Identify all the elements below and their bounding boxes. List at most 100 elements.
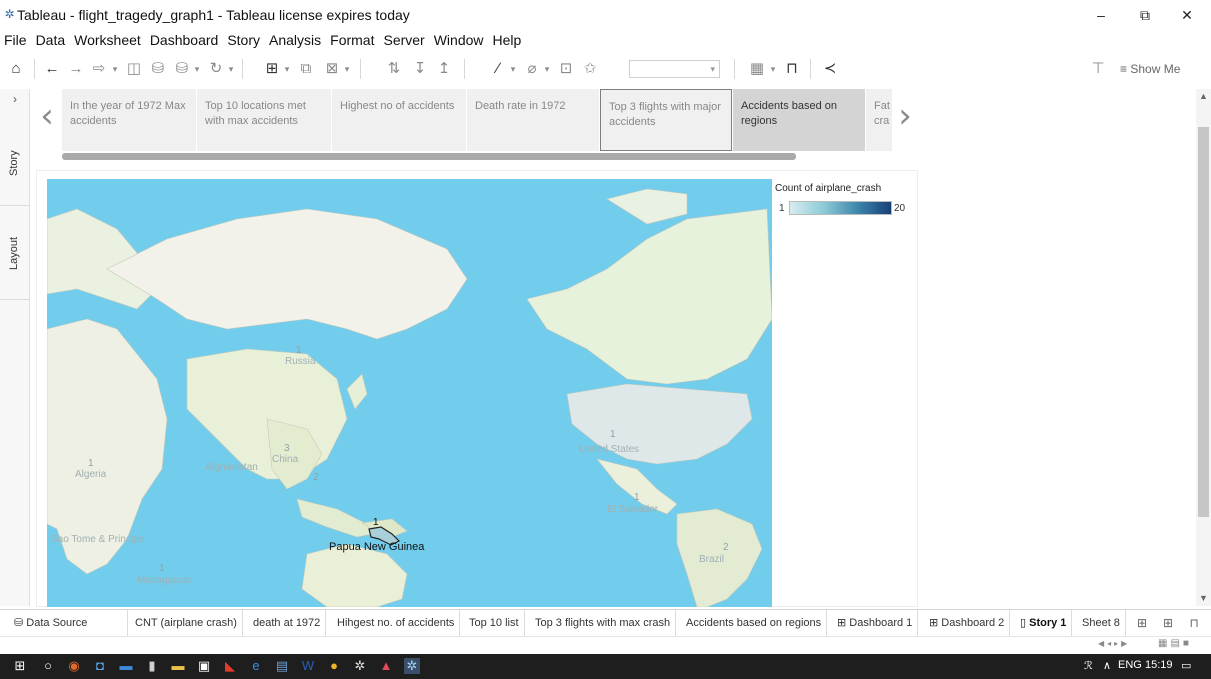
chevron-down-icon[interactable]: ▾ xyxy=(282,59,292,79)
sheet-tab[interactable]: Top 3 flights with max crash xyxy=(530,610,677,637)
share-icon[interactable]: ≺ xyxy=(820,59,840,79)
redo-icon[interactable]: → xyxy=(66,59,86,79)
app-icon[interactable]: ◉ xyxy=(66,658,82,674)
windows-start-icon[interactable]: ⊞ xyxy=(12,658,28,674)
edge-icon[interactable]: e xyxy=(248,658,264,674)
search-icon[interactable]: ○ xyxy=(40,658,56,674)
show-cards-icon[interactable]: ▦ xyxy=(746,59,768,79)
file-explorer-icon[interactable]: ▬ xyxy=(170,658,186,674)
language-indicator[interactable]: ENG xyxy=(1118,659,1142,671)
story-point-7[interactable]: Fat cra xyxy=(866,89,892,151)
dashboard-tab[interactable]: ⊞ Dashboard 2 xyxy=(924,610,1011,637)
menu-window[interactable]: Window xyxy=(434,30,484,50)
tableau-taskbar-icon[interactable]: ✲ xyxy=(404,658,420,674)
run-update-icon[interactable]: ↻ xyxy=(206,59,226,79)
story-point-3[interactable]: Highest no of accidents xyxy=(332,89,466,151)
dashboard-tab[interactable]: ⊞ Dashboard 1 xyxy=(832,610,919,637)
ask-data-icon[interactable]: ⊤ xyxy=(1088,59,1108,79)
new-worksheet-icon[interactable]: ⊞ xyxy=(262,59,282,79)
app-icon[interactable]: ▲ xyxy=(378,658,394,674)
chevron-down-icon[interactable]: ▾ xyxy=(110,59,120,79)
app-icon[interactable]: ▤ xyxy=(274,658,290,674)
menu-dashboard[interactable]: Dashboard xyxy=(150,30,219,50)
chevron-down-icon[interactable]: ▾ xyxy=(342,59,352,79)
sheet-tab[interactable]: Accidents based on regions xyxy=(681,610,828,637)
menu-file[interactable]: File xyxy=(4,30,27,50)
app-icon[interactable]: ▮ xyxy=(144,658,160,674)
pdf-icon[interactable]: ◣ xyxy=(222,658,238,674)
sheet-navigation-icons[interactable]: ◀◂▸▶ xyxy=(1098,639,1130,648)
chevron-down-icon[interactable]: ▾ xyxy=(192,59,202,79)
settings-icon[interactable]: ✲ xyxy=(352,658,368,674)
previous-story-point-button[interactable]: ‹ xyxy=(35,99,59,135)
story-point-6[interactable]: Accidents based on regions xyxy=(733,89,865,151)
store-icon[interactable]: ▣ xyxy=(196,658,212,674)
vertical-scrollbar[interactable]: ▲ ▼ xyxy=(1196,89,1211,606)
duplicate-sheet-icon[interactable]: ⧉ xyxy=(296,59,316,79)
notification-icon[interactable]: ▭ xyxy=(1181,659,1191,672)
clock[interactable]: 15:19 xyxy=(1145,659,1173,671)
close-button[interactable]: ✕ xyxy=(1164,2,1210,29)
sheet-tab[interactable]: Sheet 8 xyxy=(1077,610,1126,637)
menu-help[interactable]: Help xyxy=(493,30,522,50)
highlight-icon[interactable]: ∕ xyxy=(488,59,508,79)
story-point-4[interactable]: Death rate in 1972 xyxy=(467,89,599,151)
return-icon[interactable]: ⇨ xyxy=(88,59,110,79)
restore-button[interactable]: ⧉ xyxy=(1122,2,1168,29)
menu-analysis[interactable]: Analysis xyxy=(269,30,321,50)
data-source-tab[interactable]: ⛁ Data Source xyxy=(0,610,128,637)
chevron-down-icon[interactable]: ▾ xyxy=(508,59,518,79)
chevron-down-icon[interactable]: ▾ xyxy=(542,59,552,79)
scroll-thumb[interactable] xyxy=(1198,127,1209,517)
app-icon[interactable]: ◘ xyxy=(92,658,108,674)
view-mode-icons[interactable]: ▦▤■ xyxy=(1158,638,1192,649)
story-point-1[interactable]: In the year of 1972 Max accidents xyxy=(62,89,196,151)
undo-icon[interactable]: ← xyxy=(42,59,62,79)
swap-icon[interactable]: ⇅ xyxy=(384,59,404,79)
new-dashboard-icon[interactable]: ⊞ xyxy=(1158,614,1178,632)
color-legend[interactable]: Count of airplane_crash 1 20 xyxy=(775,181,915,221)
scroll-up-icon[interactable]: ▲ xyxy=(1196,91,1211,101)
next-story-point-button[interactable]: › xyxy=(893,99,917,135)
clear-sheet-icon[interactable]: ⊠ xyxy=(322,59,342,79)
menu-data[interactable]: Data xyxy=(36,30,66,50)
sheet-tab[interactable]: Hihgest no. of accidents xyxy=(332,610,461,637)
new-datasource-icon[interactable]: ⛁ xyxy=(148,59,168,79)
menu-worksheet[interactable]: Worksheet xyxy=(74,30,141,50)
scroll-down-icon[interactable]: ▼ xyxy=(1196,593,1211,603)
sort-asc-icon[interactable]: ↧ xyxy=(410,59,430,79)
app-icon[interactable]: ▬ xyxy=(118,658,134,674)
fix-axes-icon[interactable]: ✩ xyxy=(580,59,600,79)
show-labels-icon[interactable]: ⊡ xyxy=(556,59,576,79)
people-icon[interactable]: ℛ xyxy=(1084,659,1093,672)
expand-panel-icon[interactable]: › xyxy=(0,92,30,112)
chrome-icon[interactable]: ● xyxy=(326,658,342,674)
story-tab-active[interactable]: ▯ Story 1 xyxy=(1015,610,1073,637)
new-story-icon[interactable]: ⊓ xyxy=(1184,614,1204,632)
tab-layout[interactable]: Layout xyxy=(0,206,30,300)
minimize-button[interactable]: – xyxy=(1078,2,1124,29)
story-navigator-scrollbar[interactable] xyxy=(62,153,796,160)
menu-format[interactable]: Format xyxy=(330,30,374,50)
tab-story[interactable]: Story xyxy=(0,118,30,206)
menu-story[interactable]: Story xyxy=(227,30,260,50)
show-me-button[interactable]: ≡ Show Me xyxy=(1120,59,1180,79)
pause-updates-icon[interactable]: ⛁ xyxy=(172,59,192,79)
chevron-up-icon[interactable]: ∧ xyxy=(1103,659,1111,672)
sheet-tab[interactable]: Top 10 list xyxy=(464,610,525,637)
world-map[interactable]: Russia China Afghanistan Algeria Sao Tom… xyxy=(47,179,772,607)
word-icon[interactable]: W xyxy=(300,658,316,674)
chevron-down-icon[interactable]: ▾ xyxy=(768,59,778,79)
home-icon[interactable]: ⌂ xyxy=(8,59,24,79)
presentation-icon[interactable]: ⊓ xyxy=(782,59,802,79)
menu-server[interactable]: Server xyxy=(383,30,424,50)
group-icon[interactable]: ⌀ xyxy=(522,59,542,79)
fit-dropdown[interactable]: ▾ xyxy=(629,60,720,78)
save-icon[interactable]: ◫ xyxy=(124,59,144,79)
story-point-5[interactable]: Top 3 flights with major accidents xyxy=(600,89,732,151)
chevron-down-icon[interactable]: ▾ xyxy=(226,59,236,79)
sheet-tab[interactable]: CNT (airplane crash) xyxy=(130,610,243,637)
sheet-tab[interactable]: death at 1972 xyxy=(248,610,327,637)
sort-desc-icon[interactable]: ↥ xyxy=(434,59,454,79)
new-worksheet-icon[interactable]: ⊞ xyxy=(1132,614,1152,632)
